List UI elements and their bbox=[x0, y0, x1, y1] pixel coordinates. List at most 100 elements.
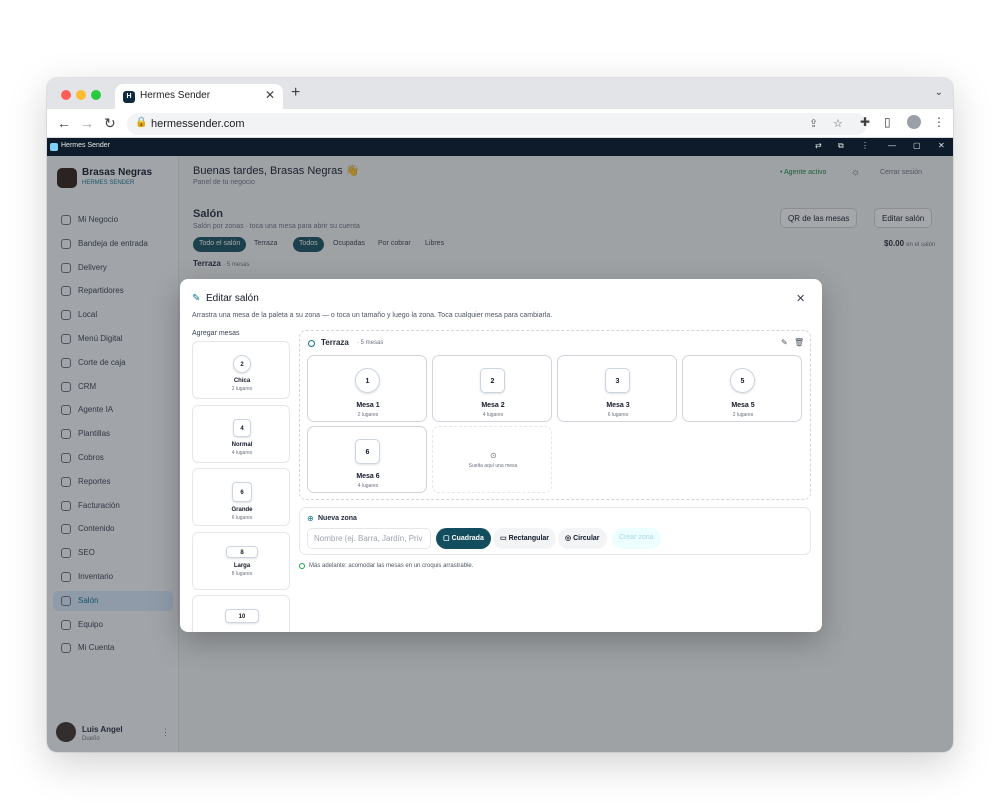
table-card[interactable]: 3 Mesa 3 6 lugares bbox=[557, 355, 677, 422]
browser-tab[interactable]: H Hermes Sender ✕ bbox=[115, 84, 283, 109]
drop-zone[interactable]: ⊙ Suelta aquí una mesa bbox=[432, 426, 552, 493]
translate-icon[interactable]: ⇄ bbox=[815, 141, 822, 150]
zone-count: · 5 mesas bbox=[357, 340, 384, 346]
lock-icon: 🔒 bbox=[135, 117, 148, 128]
palette-table-number: 4 bbox=[240, 425, 244, 432]
close-tab-icon[interactable]: ✕ bbox=[265, 88, 275, 102]
drop-icon: ⊙ bbox=[490, 451, 497, 460]
app-menu-icon[interactable]: ⋮ bbox=[861, 141, 869, 150]
palette-size-name: Chica bbox=[233, 378, 251, 384]
create-zone-button[interactable]: Crear zona bbox=[612, 528, 661, 549]
table-shape: 3 bbox=[605, 368, 630, 393]
table-card[interactable]: 5 Mesa 5 2 lugares bbox=[682, 355, 802, 422]
zone-dot-icon bbox=[308, 340, 315, 347]
palette-size-seats: 6 lugares bbox=[231, 515, 253, 521]
palette-table-size[interactable]: 6 Grande 6 lugares bbox=[192, 468, 290, 526]
shape-square-label: Cuadrada bbox=[451, 535, 484, 542]
forward-icon[interactable]: → bbox=[80, 115, 94, 131]
maximize-window-button[interactable] bbox=[91, 90, 101, 100]
shape-rectangular-label: Rectangular bbox=[508, 535, 550, 542]
table-number: 2 bbox=[490, 378, 495, 385]
zone-name-input[interactable] bbox=[307, 528, 431, 549]
table-card[interactable]: 2 Mesa 2 4 lugares bbox=[432, 355, 552, 422]
palette-size-seats: 4 lugares bbox=[231, 449, 253, 456]
install-icon[interactable]: ⧉ bbox=[838, 141, 844, 151]
palette-size-name: Larga bbox=[233, 562, 251, 569]
palette-table-number: 8 bbox=[240, 549, 244, 556]
browser-menu-icon[interactable]: ⋮ bbox=[933, 115, 945, 129]
shape-circular-button[interactable]: ◎ Circular bbox=[558, 528, 607, 549]
url-text: hermessender.com bbox=[151, 118, 245, 130]
bookmark-star-icon[interactable]: ☆ bbox=[833, 117, 843, 130]
app-titlebar: Hermes Sender ⇄ ⧉ ⋮ — ▢ ✕ bbox=[47, 138, 953, 156]
edit-zone-icon[interactable]: ✎ bbox=[781, 338, 788, 347]
palette-table-size[interactable]: 8 Larga 8 lugares bbox=[192, 531, 290, 590]
table-seats: 2 lugares bbox=[357, 412, 379, 418]
table-seats: 4 lugares bbox=[357, 483, 379, 489]
tab-strip: H Hermes Sender ✕ + ⌄ bbox=[47, 78, 953, 109]
palette-size-name: Grande bbox=[231, 507, 253, 513]
app-logo-icon bbox=[50, 143, 58, 151]
table-name: Mesa 5 bbox=[731, 402, 755, 409]
table-shape: 5 bbox=[730, 368, 755, 393]
palette-table-number: 6 bbox=[240, 490, 244, 496]
table-name: Mesa 2 bbox=[481, 402, 505, 409]
table-shape: 1 bbox=[355, 368, 380, 393]
palette-size-seats: 8 lugares bbox=[231, 570, 253, 577]
sidepanel-icon[interactable]: ▯ bbox=[884, 115, 891, 129]
profile-avatar[interactable] bbox=[907, 115, 921, 129]
table-number: 1 bbox=[365, 378, 370, 385]
modal-title: Editar salón bbox=[206, 293, 259, 304]
new-zone-panel: ⊕ Nueva zona ▢ Cuadrada ▭ Rectangular ◎ … bbox=[299, 507, 811, 555]
table-name: Mesa 3 bbox=[606, 402, 630, 409]
extensions-icon[interactable]: ✚ bbox=[860, 115, 870, 129]
future-note: Más adelante: acomodar las mesas en un c… bbox=[309, 563, 474, 569]
shape-circular-label: Circular bbox=[573, 535, 600, 542]
palette-table-size[interactable]: 10 bbox=[192, 595, 290, 632]
reload-icon[interactable]: ↻ bbox=[104, 115, 116, 132]
modal-close-icon[interactable]: ✕ bbox=[796, 292, 805, 305]
modal-description: Arrastra una mesa de la paleta a su zona… bbox=[192, 312, 553, 319]
table-number: 3 bbox=[615, 378, 620, 385]
app-titlebar-name: Hermes Sender bbox=[61, 142, 111, 149]
shape-square-button[interactable]: ▢ Cuadrada bbox=[436, 528, 491, 549]
zone-name: Terraza bbox=[321, 338, 349, 347]
palette-size-name: Normal bbox=[231, 441, 253, 448]
back-icon[interactable]: ← bbox=[57, 115, 71, 131]
palette-title: Agregar mesas bbox=[192, 330, 240, 337]
share-icon[interactable]: ⇪ bbox=[809, 117, 818, 130]
palette-table-number: 2 bbox=[240, 362, 244, 368]
favicon-icon: H bbox=[123, 91, 135, 103]
table-shape: 2 bbox=[480, 368, 505, 393]
palette-table-shape: 2 bbox=[233, 355, 251, 373]
palette-table-shape: 8 bbox=[226, 545, 258, 558]
table-card[interactable]: 1 Mesa 1 2 lugares bbox=[307, 355, 427, 422]
close-icon[interactable]: ✕ bbox=[938, 141, 945, 150]
browser-toolbar: ← → ↻ 🔒 hermessender.com ⇪ ☆ ✚ ▯ ⋮ bbox=[47, 109, 953, 138]
new-zone-title: Nueva zona bbox=[318, 515, 357, 522]
minimize-icon[interactable]: — bbox=[888, 141, 896, 150]
table-card[interactable]: 6 Mesa 6 4 lugares bbox=[307, 426, 427, 493]
palette-table-number: 10 bbox=[238, 614, 246, 620]
tab-search-icon[interactable]: ⌄ bbox=[935, 87, 943, 98]
palette-table-shape: 6 bbox=[232, 482, 252, 502]
minimize-window-button[interactable] bbox=[76, 90, 86, 100]
palette-table-size[interactable]: 2 Chica 2 lugares bbox=[192, 341, 290, 399]
info-icon bbox=[299, 563, 305, 569]
add-zone-icon: ⊕ bbox=[307, 514, 314, 523]
palette-table-size[interactable]: 4 Normal 4 lugares bbox=[192, 404, 290, 463]
palette-table-shape: 10 bbox=[225, 609, 259, 623]
delete-zone-icon[interactable]: 🗑 bbox=[794, 338, 804, 347]
shape-rectangular-button[interactable]: ▭ Rectangular bbox=[493, 528, 557, 549]
palette-table-shape: 4 bbox=[233, 418, 251, 437]
table-palette: 2 Chica 2 lugares 4 Normal 4 lugares 6 Grande 6 … bbox=[192, 341, 290, 632]
restore-icon[interactable]: ▢ bbox=[913, 141, 921, 150]
zone-terraza[interactable]: Terraza · 5 mesas ✎ 🗑 1 Mesa 1 2 lugares 2 M… bbox=[299, 330, 811, 500]
new-tab-icon[interactable]: + bbox=[291, 84, 300, 102]
table-shape: 6 bbox=[355, 439, 380, 464]
edit-floor-modal: ✎ Editar salón ✕ Arrastra una mesa de la… bbox=[180, 279, 822, 632]
table-seats: 2 lugares bbox=[732, 412, 754, 418]
close-window-button[interactable] bbox=[61, 90, 71, 100]
tab-title: Hermes Sender bbox=[140, 90, 211, 101]
address-bar[interactable]: 🔒 hermessender.com ⇪ ☆ bbox=[127, 113, 867, 135]
